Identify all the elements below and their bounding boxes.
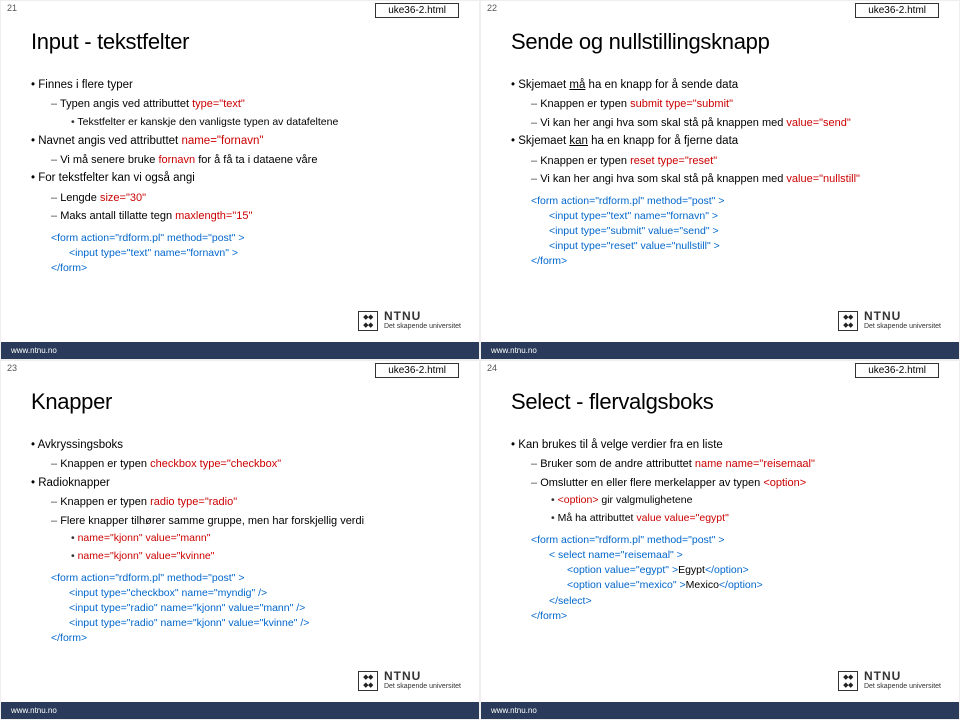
logo-text: NTNUDet skapende universitet (384, 310, 461, 331)
bullet-level-1: Navnet angis ved attributtet name="forna… (31, 133, 459, 150)
code-line: <option value="mexico" >Mexico</option> (567, 578, 939, 593)
slide-content: Avkryssingsboks Knappen er typen checkbox… (31, 437, 459, 565)
code-line: <form action="rdform.pl" method="post" > (51, 571, 459, 586)
footer-bar: www.ntnu.no (1, 702, 479, 719)
bullet-level-1: Skjemaet må ha en knapp for å sende data (511, 77, 939, 94)
code-line: <form action="rdform.pl" method="post" > (531, 194, 939, 209)
code-line: <input type="radio" name="kjonn" value="… (69, 616, 459, 631)
bullet-level-3: Må ha attributtet value value="egypt" (551, 511, 939, 527)
slide-file-label: uke36-2.html (855, 3, 939, 18)
bullet-level-3: <option> gir valgmulighetene (551, 493, 939, 509)
bullet-level-2: Knappen er typen checkbox type="checkbox… (51, 456, 459, 473)
footer-bar: www.ntnu.no (481, 702, 959, 719)
code-line: <input type="text" name="fornavn" > (549, 209, 939, 224)
code-line: </select> (549, 594, 939, 609)
footer-bar: www.ntnu.no (1, 342, 479, 359)
logo-mark-icon: ◆◆◆◆ (838, 671, 858, 691)
bullet-level-3: name="kjonn" value="kvinne" (71, 549, 459, 565)
code-line: </form> (51, 261, 459, 276)
code-block: <form action="rdform.pl" method="post" >… (531, 533, 939, 624)
code-line: <input type="text" name="fornavn" > (69, 246, 459, 261)
bullet-level-2: Typen angis ved attributtet type="text" (51, 96, 459, 113)
ntnu-logo: ◆◆◆◆ NTNUDet skapende universitet (358, 670, 461, 691)
logo-text: NTNUDet skapende universitet (864, 670, 941, 691)
logo-text: NTNUDet skapende universitet (864, 310, 941, 331)
bullet-level-1: Finnes i flere typer (31, 77, 459, 94)
bullet-level-3: Tekstfelter er kanskje den vanligste typ… (71, 115, 459, 131)
code-block: <form action="rdform.pl" method="post" >… (51, 231, 459, 277)
slide-number: 24 (487, 363, 497, 373)
bullet-level-2: Vi må senere bruke fornavn for å få ta i… (51, 152, 459, 169)
bullet-level-2: Bruker som de andre attributtet name nam… (531, 456, 939, 473)
slide-number: 21 (7, 3, 17, 13)
slide-number: 23 (7, 363, 17, 373)
bullet-level-1: Radioknapper (31, 475, 459, 492)
bullet-level-1: For tekstfelter kan vi også angi (31, 170, 459, 187)
footer-bar: www.ntnu.no (481, 342, 959, 359)
slide-content: Finnes i flere typer Typen angis ved attr… (31, 77, 459, 225)
ntnu-logo: ◆◆◆◆ NTNUDet skapende universitet (358, 310, 461, 331)
slide-title: Select - flervalgsboks (511, 389, 939, 415)
code-line: <option value="egypt" >Egypt</option> (567, 563, 939, 578)
ntnu-logo: ◆◆◆◆ NTNUDet skapende universitet (838, 670, 941, 691)
code-line: </form> (531, 609, 939, 624)
code-line: <form action="rdform.pl" method="post" > (51, 231, 459, 246)
ntnu-logo: ◆◆◆◆ NTNUDet skapende universitet (838, 310, 941, 331)
bullet-level-1: Skjemaet kan ha en knapp for å fjerne da… (511, 133, 939, 150)
slide: 22 uke36-2.html Sende og nullstillingsknap… (480, 0, 960, 360)
bullet-level-2: Omslutter en eller flere merkelapper av … (531, 475, 939, 492)
bullet-level-2: Maks antall tillatte tegn maxlength="15" (51, 208, 459, 225)
logo-mark-icon: ◆◆◆◆ (358, 671, 378, 691)
code-block: <form action="rdform.pl" method="post" >… (531, 194, 939, 270)
logo-mark-icon: ◆◆◆◆ (838, 311, 858, 331)
code-line: <input type="reset" value="nullstill" > (549, 239, 939, 254)
code-line: </form> (51, 631, 459, 646)
code-line: <input type="submit" value="send" > (549, 224, 939, 239)
slide-title: Input - tekstfelter (31, 29, 459, 55)
slide-file-label: uke36-2.html (855, 363, 939, 378)
bullet-level-2: Vi kan her angi hva som skal stå på knap… (531, 171, 939, 188)
bullet-level-2: Knappen er typen reset type="reset" (531, 153, 939, 170)
bullet-level-1: Kan brukes til å velge verdier fra en li… (511, 437, 939, 454)
slide-file-label: uke36-2.html (375, 3, 459, 18)
logo-mark-icon: ◆◆◆◆ (358, 311, 378, 331)
bullet-level-2: Flere knapper tilhører samme gruppe, men… (51, 513, 459, 530)
bullet-level-1: Avkryssingsboks (31, 437, 459, 454)
logo-text: NTNUDet skapende universitet (384, 670, 461, 691)
slide-content: Kan brukes til å velge verdier fra en li… (511, 437, 939, 527)
slide-number: 22 (487, 3, 497, 13)
bullet-level-3: name="kjonn" value="mann" (71, 531, 459, 547)
bullet-level-2: Knappen er typen submit type="submit" (531, 96, 939, 113)
slide: 24 uke36-2.html Select - flervalgsboks Kan … (480, 360, 960, 720)
code-block: <form action="rdform.pl" method="post" >… (51, 571, 459, 647)
slide-title: Knapper (31, 389, 459, 415)
slide-title: Sende og nullstillingsknapp (511, 29, 939, 55)
slide-content: Skjemaet må ha en knapp for å sende data… (511, 77, 939, 188)
code-line: <input type="radio" name="kjonn" value="… (69, 601, 459, 616)
bullet-level-2: Lengde size="30" (51, 190, 459, 207)
bullet-level-2: Knappen er typen radio type="radio" (51, 494, 459, 511)
code-line: </form> (531, 254, 939, 269)
slide: 23 uke36-2.html Knapper Avkryssingsboks Knap… (0, 360, 480, 720)
code-line: < select name="reisemaal" > (549, 548, 939, 563)
code-line: <form action="rdform.pl" method="post" > (531, 533, 939, 548)
slide: 21 uke36-2.html Input - tekstfelter Finnes … (0, 0, 480, 360)
bullet-level-2: Vi kan her angi hva som skal stå på knap… (531, 115, 939, 132)
slide-file-label: uke36-2.html (375, 363, 459, 378)
code-line: <input type="checkbox" name="myndig" /> (69, 586, 459, 601)
